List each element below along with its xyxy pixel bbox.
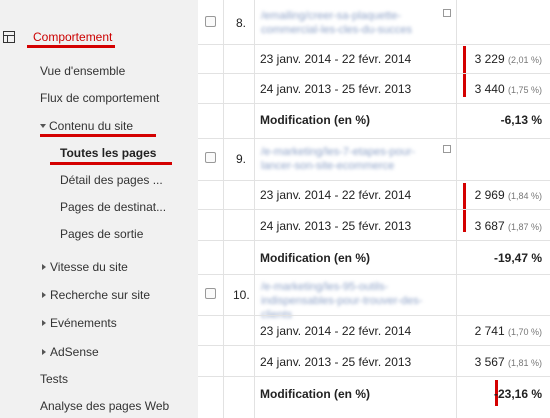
- row-divider: [198, 180, 550, 181]
- external-link-icon[interactable]: [443, 9, 451, 17]
- sidebar-item-comportement[interactable]: Comportement: [33, 30, 112, 44]
- value-number: 3 440: [474, 82, 505, 96]
- row-divider: [198, 345, 550, 346]
- sidebar-item-tests[interactable]: Tests: [40, 372, 68, 386]
- value-cell: 3 440 (1,75 %): [475, 82, 542, 96]
- row-divider: [198, 209, 550, 210]
- sidebar-item-detail[interactable]: Détail des pages ...: [60, 173, 163, 187]
- value-cell: 3 229 (2,01 %): [475, 52, 542, 66]
- highlight-bar: [463, 183, 466, 232]
- row-divider: [198, 274, 550, 275]
- date-range: 23 janv. 2014 - 22 févr. 2014: [260, 324, 412, 338]
- row-checkbox[interactable]: [205, 288, 216, 299]
- value-number: 2 741: [474, 324, 505, 338]
- sidebar-item-label: Contenu du site: [49, 119, 134, 133]
- value-percent: (1,84 %): [507, 191, 542, 201]
- sidebar-top-label: Comportement: [33, 30, 113, 44]
- sidebar-item-adsense[interactable]: AdSense: [42, 345, 99, 359]
- sidebar-item-exit[interactable]: Pages de sortie: [60, 227, 143, 241]
- value-cell: 2 969 (1,84 %): [475, 188, 542, 202]
- value-percent: (1,70 %): [507, 327, 542, 337]
- sidebar: Comportement Vue d'ensemble Flux de comp…: [0, 0, 198, 418]
- sidebar-item-overview[interactable]: Vue d'ensemble: [40, 64, 125, 78]
- external-link-icon[interactable]: [443, 145, 451, 153]
- sidebar-item-speed[interactable]: Vitesse du site: [42, 260, 128, 274]
- row-checkbox[interactable]: [205, 16, 216, 27]
- date-range: 23 janv. 2014 - 22 févr. 2014: [260, 52, 412, 66]
- sidebar-item-flow[interactable]: Flux de comportement: [40, 91, 159, 105]
- modification-value: -6,13 %: [500, 113, 542, 127]
- value-number: 2 969: [474, 188, 505, 202]
- modification-label: Modification (en %): [260, 113, 370, 127]
- modification-label: Modification (en %): [260, 251, 370, 265]
- row-number: 10.: [233, 288, 250, 302]
- value-number: 3 229: [474, 52, 505, 66]
- chevron-down-icon: [40, 124, 46, 128]
- chevron-right-icon: [42, 320, 46, 326]
- row-divider: [198, 103, 550, 104]
- sidebar-item-label: Recherche sur site: [50, 288, 151, 302]
- chevron-right-icon: [42, 292, 46, 298]
- value-percent: (1,75 %): [507, 85, 542, 95]
- value-percent: (2,01 %): [507, 55, 542, 65]
- date-range: 24 janv. 2013 - 25 févr. 2013: [260, 82, 412, 96]
- highlight-underline: [27, 45, 115, 48]
- date-range: 23 janv. 2014 - 22 févr. 2014: [260, 188, 412, 202]
- row-divider: [198, 315, 550, 316]
- report-table: 8. /emailing/creer-sa-plaquette-commerci…: [198, 0, 550, 418]
- date-range: 24 janv. 2013 - 25 févr. 2013: [260, 355, 412, 369]
- value-percent: (1,87 %): [507, 222, 542, 232]
- row-divider: [198, 73, 550, 74]
- value-percent: (1,81 %): [507, 358, 542, 368]
- page-url-link[interactable]: /e-marketing/les-7-etapes-pour-lancer-so…: [261, 145, 439, 173]
- sidebar-item-analysis[interactable]: Analyse des pages Web: [40, 399, 169, 413]
- value-cell: 3 687 (1,87 %): [475, 219, 542, 233]
- row-checkbox[interactable]: [205, 152, 216, 163]
- chevron-right-icon: [42, 264, 46, 270]
- row-number: 9.: [236, 152, 247, 166]
- row-divider: [198, 44, 550, 45]
- sidebar-item-label: AdSense: [50, 345, 99, 359]
- modification-value: -19,47 %: [493, 251, 542, 265]
- value-number: 3 687: [474, 219, 505, 233]
- value-cell: 2 741 (1,70 %): [475, 324, 542, 338]
- sidebar-item-label: Vitesse du site: [50, 260, 128, 274]
- chevron-right-icon: [42, 349, 46, 355]
- sidebar-item-search[interactable]: Recherche sur site: [42, 288, 150, 302]
- row-divider: [198, 376, 550, 377]
- sidebar-item-landing[interactable]: Pages de destinat...: [60, 200, 166, 214]
- highlight-underline: [40, 134, 156, 137]
- sidebar-item-content[interactable]: Contenu du site: [40, 119, 133, 133]
- layout-icon: [3, 31, 15, 43]
- row-divider: [198, 138, 550, 139]
- sidebar-item-label: Evénements: [50, 316, 117, 330]
- row-number: 8.: [236, 16, 247, 30]
- value-number: 3 567: [474, 355, 505, 369]
- date-range: 24 janv. 2013 - 25 févr. 2013: [260, 219, 412, 233]
- highlight-underline: [50, 162, 172, 165]
- sidebar-item-all-pages[interactable]: Toutes les pages: [60, 146, 156, 160]
- value-cell: 3 567 (1,81 %): [475, 355, 542, 369]
- modification-value: -23,16 %: [493, 387, 542, 401]
- modification-label: Modification (en %): [260, 387, 370, 401]
- sidebar-item-events[interactable]: Evénements: [42, 316, 117, 330]
- page-url-link[interactable]: /emailing/creer-sa-plaquette-commercial-…: [261, 9, 439, 37]
- highlight-bar: [463, 46, 466, 97]
- row-divider: [198, 240, 550, 241]
